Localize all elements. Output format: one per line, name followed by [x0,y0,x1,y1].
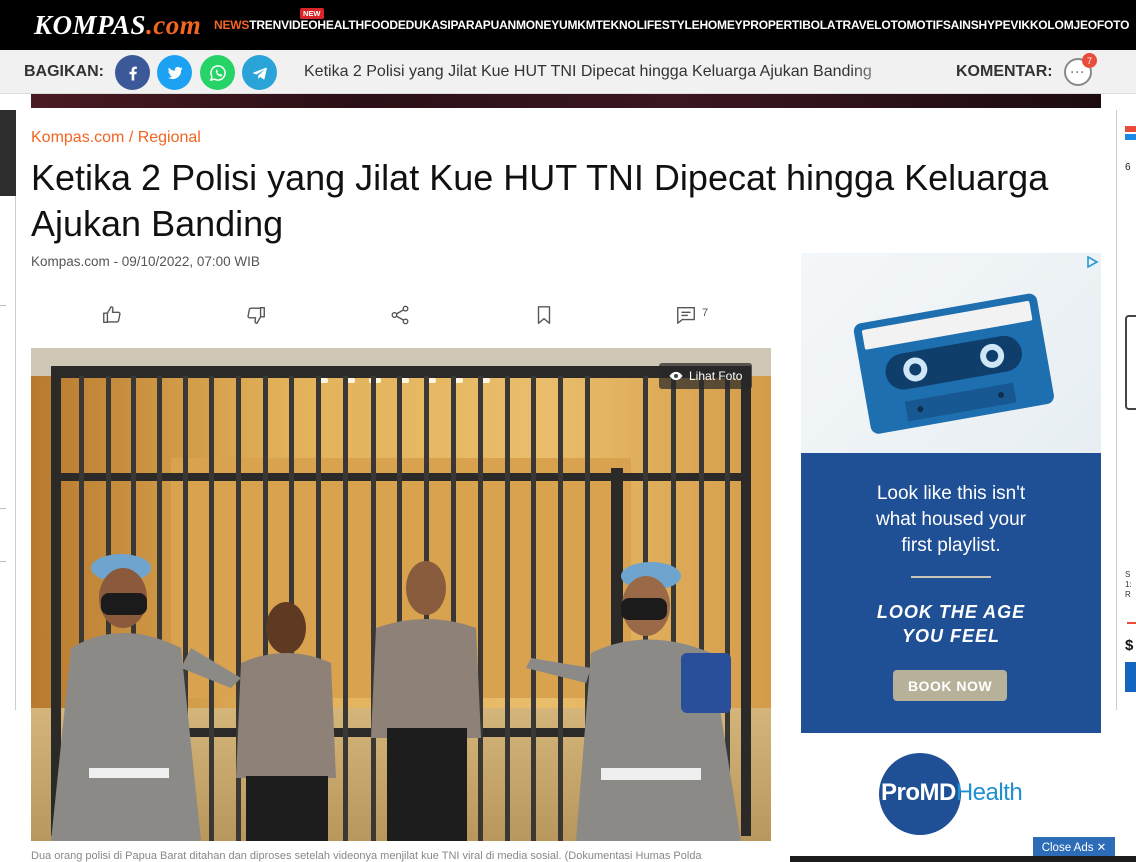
comment-count-badge: 7 [1082,53,1097,68]
like-icon[interactable] [99,302,125,328]
share-label: BAGIKAN: [24,63,104,80]
nav-item-vik[interactable]: VIK [1010,18,1030,32]
adchoices-icon[interactable] [1085,255,1099,269]
cassette-icon [853,293,1054,434]
ad-tagline-line: LOOK THE AGE [876,602,1026,622]
brand-suffix: Health [955,779,1023,806]
view-photo-button[interactable]: Lihat Foto [659,363,753,389]
main-menu: NEWS TREN VIDEO HEALTH FOOD EDUKASI PARAPUAN MO… [214,18,1129,32]
brand-name: ProMD [881,779,956,806]
right-skin-red-strip [1125,126,1136,132]
phone-outline [1125,315,1136,410]
facebook-icon[interactable] [115,55,150,90]
nav-item-edukasi[interactable]: EDUKASI [398,18,451,32]
close-ads-button[interactable]: Close Ads ✕ [1033,837,1115,856]
left-skin-ad[interactable] [0,110,16,710]
article-meta: Kompas.com - 09/10/2022, 07:00 WIB [31,254,260,269]
nav-item-umkm[interactable]: UMKM [559,18,596,32]
whatsapp-icon[interactable] [200,55,235,90]
nav-item-foto[interactable]: FOTO [1097,18,1130,32]
nav-item-kolom[interactable]: KOLOM [1030,18,1074,32]
ad-message-panel: Look like this isn't what housed your fi… [801,453,1101,733]
small-line: S [1125,570,1131,579]
comments-count: 7 [702,307,709,319]
share-article-title: Ketika 2 Polisi yang Jilat Kue HUT TNI D… [304,63,909,81]
right-skin-small-text: S 1: R [1125,570,1132,600]
eye-icon [669,371,683,381]
new-badge: NEW [300,8,324,19]
view-photo-label: Lihat Foto [689,369,743,383]
right-skin-blue-box [1125,662,1136,692]
bottom-dark-bar [790,856,1136,862]
top-nav: KOMPAS.com NEWS TREN VIDEO HEALTH FOOD EDUKAS… [0,0,1136,50]
nav-item-lifestyle[interactable]: LIFESTYLE [637,18,700,32]
nav-item-jeo[interactable]: JEO [1074,18,1098,32]
nav-item-tren[interactable]: TREN [249,18,281,32]
nav-item-news[interactable]: NEWS [214,18,249,32]
bookmark-icon[interactable] [531,302,557,328]
breadcrumb[interactable]: Kompas.com / Regional [31,129,201,147]
share-icon[interactable] [387,302,413,328]
ad-headline: Look like this isn't what housed your fi… [801,481,1101,559]
article-photo[interactable] [31,348,771,841]
small-line: 1: [1125,580,1132,589]
nav-item-homey[interactable]: HOMEY [699,18,742,32]
logo-text: KOMPAS [34,10,147,40]
article-actions: 7 [31,296,771,336]
nav-item-parapuan[interactable]: PARAPUAN [450,18,516,32]
twitter-icon[interactable] [157,55,192,90]
comments-icon[interactable] [673,302,699,328]
comment-label: KOMENTAR: [956,63,1053,80]
nav-item-properti[interactable]: PROPERTI [742,18,802,32]
nav-item-sains[interactable]: SAINS [943,18,979,32]
ad-tagline: LOOK THE AGE YOU FEEL [801,600,1101,648]
right-skin-text: 6 [1125,162,1131,173]
small-line: R [1125,590,1131,599]
right-skin-ad[interactable]: 6 S 1: R $ [1116,110,1136,710]
nav-item-tekno[interactable]: TEKNO [596,18,637,32]
jail-cell-photo [31,348,771,841]
left-skin-dark-block [0,110,16,196]
telegram-icon[interactable] [242,55,277,90]
article-title: Ketika 2 Polisi yang Jilat Kue HUT TNI D… [31,157,1049,244]
promd-logo: ProMDHealth [881,779,1023,807]
right-skin-blue-strip [1125,134,1136,140]
nav-item-money[interactable]: MONEY [516,18,559,32]
nav-item-video[interactable]: VIDEO [281,18,318,32]
nav-item-bola[interactable]: BOLA [802,18,835,32]
dislike-icon[interactable] [243,302,269,328]
kompas-logo[interactable]: KOMPAS.com [34,10,201,41]
nav-item-hype[interactable]: HYPE [979,18,1011,32]
ad-tagline-line: YOU FEEL [901,626,1000,646]
price-symbol: $ [1125,637,1134,654]
ad-divider [911,576,991,578]
ad-image-cassette [801,253,1101,453]
ad-headline-line: first playlist. [901,535,1001,556]
logo-suffix: .com [146,10,202,40]
ad-headline-line: what housed your [876,509,1026,530]
nav-item-travel[interactable]: TRAVEL [835,18,881,32]
right-skin-red-line [1127,622,1136,624]
sidebar-ad[interactable]: Look like this isn't what housed your fi… [801,253,1101,862]
photo-caption: Dua orang polisi di Papua Barat ditahan … [31,850,702,862]
nav-item-otomotif[interactable]: OTOMOTIF [881,18,943,32]
ad-headline-line: Look like this isn't [876,483,1026,504]
nav-item-health[interactable]: HEALTH [317,18,364,32]
top-banner-ad[interactable] [31,94,1101,108]
nav-item-food[interactable]: FOOD [364,18,398,32]
share-bar: BAGIKAN: Ketika 2 Polisi yang Jilat Kue … [0,50,1136,94]
book-now-button[interactable]: BOOK NOW [893,670,1007,701]
